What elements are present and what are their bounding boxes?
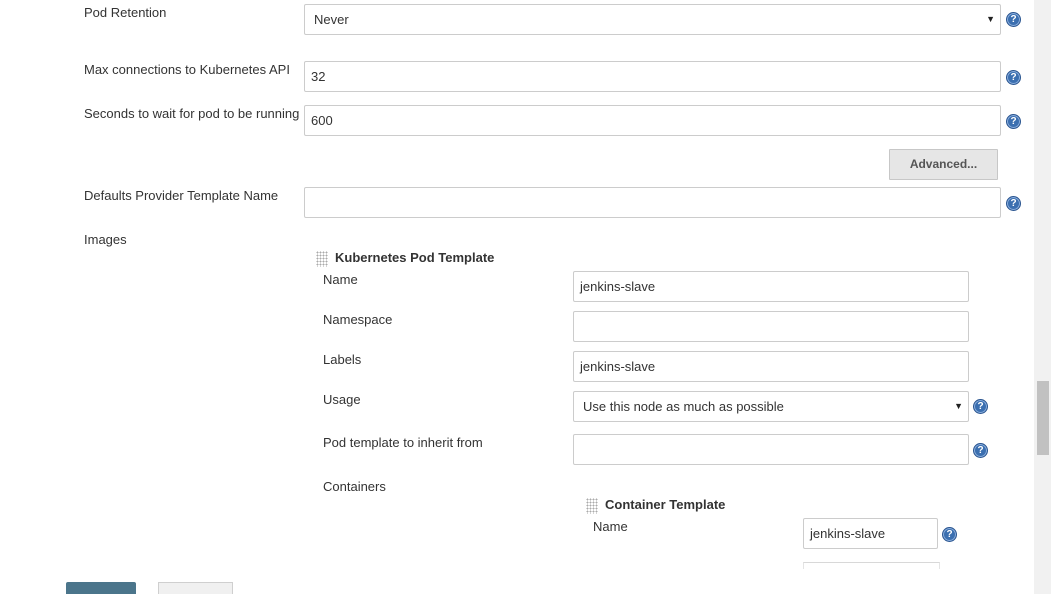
inherit-input[interactable] bbox=[573, 434, 969, 465]
scrollbar-thumb[interactable] bbox=[1037, 381, 1049, 455]
pod-name-label: Name bbox=[323, 272, 358, 287]
pod-template-title: Kubernetes Pod Template bbox=[335, 250, 495, 265]
help-icon[interactable]: ? bbox=[973, 399, 988, 414]
pod-retention-label: Pod Retention bbox=[84, 5, 167, 20]
inherit-label: Pod template to inherit from bbox=[323, 435, 483, 450]
chevron-down-icon: ▼ bbox=[954, 401, 963, 411]
images-label: Images bbox=[84, 232, 127, 247]
defaults-provider-input[interactable] bbox=[304, 187, 1001, 218]
defaults-provider-label: Defaults Provider Template Name bbox=[84, 188, 279, 203]
labels-input[interactable]: jenkins-slave bbox=[573, 351, 969, 382]
drag-handle-icon[interactable] bbox=[586, 498, 598, 514]
help-icon[interactable]: ? bbox=[1006, 114, 1021, 129]
save-button[interactable] bbox=[66, 582, 136, 594]
seconds-wait-label: Seconds to wait for pod to be running bbox=[84, 106, 300, 121]
help-icon[interactable]: ? bbox=[942, 527, 957, 542]
pod-retention-select[interactable]: Never ▼ bbox=[304, 4, 1001, 35]
docker-image-input-partial[interactable] bbox=[803, 562, 940, 569]
scrollbar-track[interactable] bbox=[1034, 0, 1051, 594]
container-template-title: Container Template bbox=[605, 497, 726, 512]
container-name-input[interactable]: jenkins-slave bbox=[803, 518, 938, 549]
advanced-button[interactable]: Advanced... bbox=[889, 149, 998, 180]
labels-label: Labels bbox=[323, 352, 362, 367]
drag-handle-icon[interactable] bbox=[316, 251, 328, 267]
usage-select[interactable]: Use this node as much as possible ▼ bbox=[573, 391, 969, 422]
usage-value: Use this node as much as possible bbox=[583, 399, 784, 414]
help-icon[interactable]: ? bbox=[1006, 12, 1021, 27]
pod-retention-value: Never bbox=[314, 12, 349, 27]
help-icon[interactable]: ? bbox=[1006, 70, 1021, 85]
usage-label: Usage bbox=[323, 392, 361, 407]
help-icon[interactable]: ? bbox=[973, 443, 988, 458]
namespace-input[interactable] bbox=[573, 311, 969, 342]
pod-name-input[interactable]: jenkins-slave bbox=[573, 271, 969, 302]
seconds-wait-input[interactable]: 600 bbox=[304, 105, 1001, 136]
namespace-label: Namespace bbox=[323, 312, 393, 327]
max-connections-label: Max connections to Kubernetes API bbox=[84, 62, 290, 77]
containers-label: Containers bbox=[323, 479, 386, 494]
container-name-label: Name bbox=[593, 519, 628, 534]
apply-button[interactable] bbox=[158, 582, 233, 594]
max-connections-input[interactable]: 32 bbox=[304, 61, 1001, 92]
help-icon[interactable]: ? bbox=[1006, 196, 1021, 211]
chevron-down-icon: ▼ bbox=[986, 14, 995, 24]
